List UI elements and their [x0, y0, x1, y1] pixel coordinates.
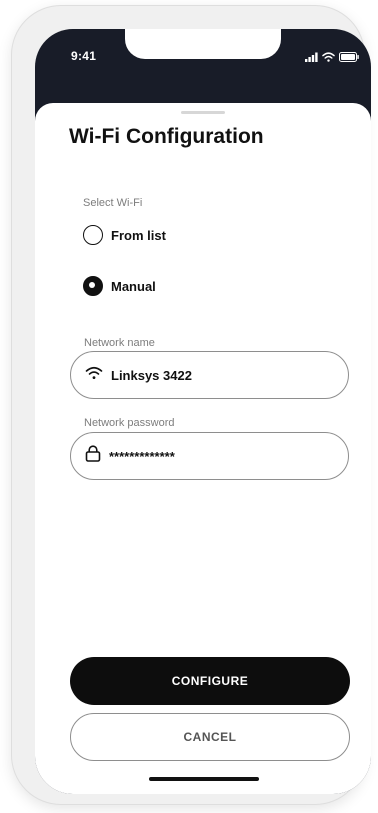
network-name-label: Network name: [84, 337, 155, 349]
radio-manual[interactable]: Manual: [83, 276, 156, 296]
network-name-field[interactable]: [70, 351, 349, 399]
status-time: 9:41: [71, 49, 97, 63]
bottom-sheet: Wi-Fi Configuration Select Wi-Fi From li…: [35, 103, 371, 794]
select-wifi-label: Select Wi-Fi: [83, 197, 143, 209]
radio-from-list[interactable]: From list: [83, 225, 166, 245]
phone-frame: 9:41 Wi-Fi Configuration Select Wi-Fi Fr…: [11, 5, 371, 805]
network-password-label: Network password: [84, 417, 175, 429]
wifi-icon: [322, 49, 335, 67]
radio-label-manual: Manual: [111, 278, 156, 294]
sheet-grabber[interactable]: [181, 111, 225, 114]
radio-label-from-list: From list: [111, 227, 166, 243]
lock-icon: [85, 445, 101, 467]
page-title: Wi-Fi Configuration: [69, 125, 264, 148]
network-password-input[interactable]: [109, 448, 319, 464]
wifi-icon: [85, 366, 103, 385]
configure-button[interactable]: CONFIGURE: [70, 657, 350, 705]
radio-circle-from-list[interactable]: [83, 225, 103, 245]
notch: [125, 29, 281, 59]
cancel-button[interactable]: CANCEL: [70, 713, 350, 761]
battery-icon: [339, 49, 359, 67]
home-indicator: [149, 777, 259, 781]
phone-screen: 9:41 Wi-Fi Configuration Select Wi-Fi Fr…: [35, 29, 371, 794]
network-name-input[interactable]: [111, 367, 321, 383]
cellular-signal-icon: [305, 49, 318, 67]
status-icons: [305, 49, 359, 67]
network-password-field[interactable]: [70, 432, 349, 480]
radio-circle-manual[interactable]: [83, 276, 103, 296]
